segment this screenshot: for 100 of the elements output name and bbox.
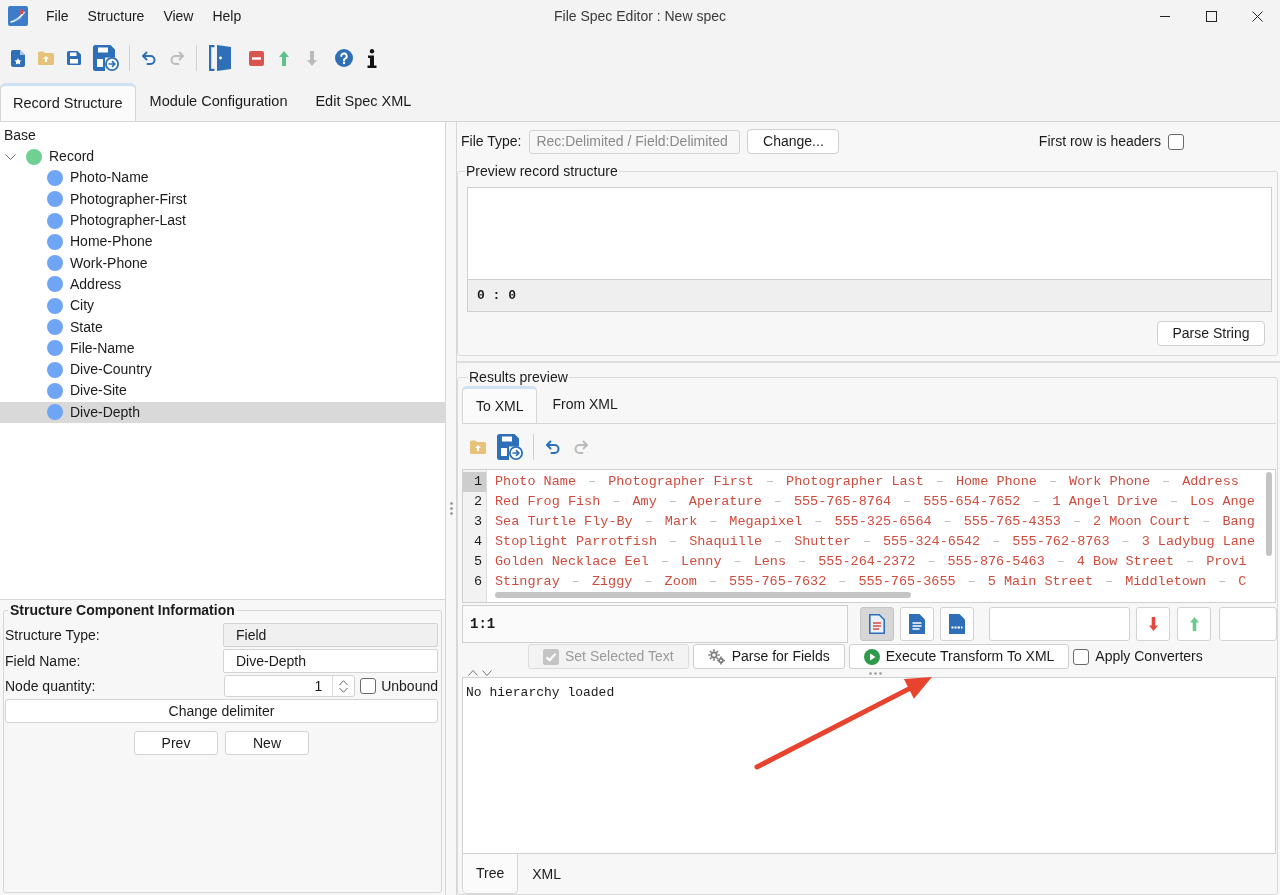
checkbox-label: Unbound [381,676,438,696]
tree-item[interactable]: Dive-Site [0,380,445,402]
code-line: Stingray – Ziggy – Zoom – 555-765-7632 – 555-765-3655 – 5 Main Street – Middletown – C [495,573,1247,591]
horizontal-scrollbar[interactable] [495,592,911,598]
checkbox[interactable] [1073,648,1090,665]
circle-icon [47,212,63,229]
next-button[interactable] [1136,607,1170,641]
circle-icon [47,191,63,208]
file-type-field: Rec:Delimited / Field:Delimited [529,129,741,154]
circle-icon [47,297,63,314]
number-spinner[interactable]: 1 [224,675,356,697]
field-label: Field Name: [5,651,82,671]
panel-title: Preview record structure [465,162,619,181]
field-label: Node quantity: [5,676,97,696]
tree-item[interactable]: State [0,316,445,338]
view-mode-button[interactable] [940,607,974,641]
code-line: Red Frog Fish – Amy – Aperature – 555-765-8764 – 555-654-7652 – 1 Angel Drive – Los Ange [495,493,1255,511]
view-mode-button[interactable] [900,607,934,641]
menu-item[interactable]: File [46,5,69,27]
up-arrow-icon [1189,617,1199,631]
vertical-scrollbar[interactable] [1266,472,1272,556]
window-title: File Spec Editor : New spec [554,6,726,26]
play-icon [863,648,880,665]
line-number: 2 [472,493,483,511]
cursor-position-field: 1:1 [462,605,848,643]
tree-item[interactable]: Work-Phone [0,252,445,274]
code-line: Golden Necklace Eel – Lenny – Lens – 555-264-2372 – 555-876-5463 – 4 Bow Street – Provi [495,553,1247,571]
tab[interactable]: From XML [537,386,633,423]
minimize-icon [1160,15,1170,17]
maximize-icon [1205,10,1217,22]
app-icon [8,6,28,26]
code-editor[interactable] [462,469,1276,603]
readonly-field: Field [223,623,438,647]
document-icon [909,614,925,634]
circle-icon [47,276,63,293]
tab[interactable]: To XML [462,386,538,423]
tree-root-label: Base [3,127,36,144]
parse-string-button[interactable]: Parse String [1157,321,1265,346]
tree-item[interactable]: Photographer-First [0,188,445,210]
output-message: No hierarchy loaded [466,684,615,702]
nav-button[interactable]: New [225,731,309,755]
action-button[interactable]: Parse for Fields [692,644,845,669]
field-label: File Type: [461,132,522,151]
panel-title: Structure Component Information [9,601,236,619]
tree-item[interactable]: Record [0,146,445,168]
document-lines-icon [869,614,885,634]
code-line: Stoplight Parrotfish – Shaquille – Shutter – 555-324-6542 – 555-762-8763 – 3 Ladybug Lane [495,533,1256,551]
tree-item[interactable]: Photo-Name [0,167,445,189]
chevron-down-icon[interactable] [482,670,492,676]
tree-item[interactable]: Dive-Country [0,358,445,381]
search-field[interactable] [989,607,1130,641]
code-line: Sea Turtle Fly-By – Mark – Megapixel – 555-325-6564 – 555-765-4353 – 2 Moon Court – Bang [495,513,1255,531]
checkbox[interactable] [360,678,377,694]
circle-icon [47,233,63,250]
line-number: 5 [472,553,483,571]
line-number: 3 [472,513,483,531]
tree-item[interactable]: Home-Phone [0,231,445,253]
gears-icon [707,648,726,665]
circle-icon [47,169,63,186]
tab[interactable]: Record Structure [0,83,136,121]
previous-button[interactable] [1177,607,1211,641]
spin-arrows-icon[interactable] [339,679,349,693]
circle-icon [47,340,63,357]
drag-handle-icon[interactable] [869,671,882,675]
nav-button[interactable]: Prev [134,731,218,755]
circle-icon [47,382,63,399]
checkbox-label: First row is headers [1038,132,1161,151]
tree-item[interactable]: Address [0,273,445,296]
tree-item[interactable]: Photographer-Last [0,209,445,232]
chevron-up-icon[interactable] [468,670,478,676]
splitter-handle-icon[interactable] [449,502,453,515]
change-delimiter-button[interactable]: Change delimiter [5,699,438,723]
tab[interactable]: XML [518,854,576,894]
menu-item[interactable]: Structure [87,5,145,27]
tab[interactable]: Edit Spec XML [301,83,426,121]
menu-item[interactable]: Help [212,5,242,27]
tab[interactable]: Tree [462,854,519,894]
line-number: 1 [463,472,486,492]
menu-item[interactable]: View [163,5,194,27]
tab[interactable]: Module Configuration [135,83,302,121]
circle-icon [47,361,63,378]
input-field[interactable] [1219,607,1277,641]
down-arrow-icon [1148,617,1158,631]
checkbox-tick-icon [543,648,559,665]
view-mode-button[interactable] [860,607,894,641]
text-field[interactable]: Dive-Depth [223,649,438,673]
tree-item[interactable]: City [0,295,445,317]
field-label: Structure Type: [5,625,101,645]
code-line: Photo Name – Photographer First – Photographer Last – Home Phone – Work Phone – Address [495,473,1239,491]
action-button[interactable]: Execute Transform To XML [848,644,1070,669]
tree-item[interactable]: Dive-Depth [0,401,445,423]
line-number: 4 [472,533,483,551]
chevron-down-icon[interactable] [5,153,16,160]
circle-icon [47,319,63,335]
panel-title: Results preview [468,368,569,387]
circle-icon [26,148,42,165]
position-status: 0 : 0 [467,280,1272,312]
tree-item[interactable]: File-Name [0,337,445,359]
checkbox-label: Apply Converters [1095,647,1203,666]
circle-icon [47,255,63,272]
